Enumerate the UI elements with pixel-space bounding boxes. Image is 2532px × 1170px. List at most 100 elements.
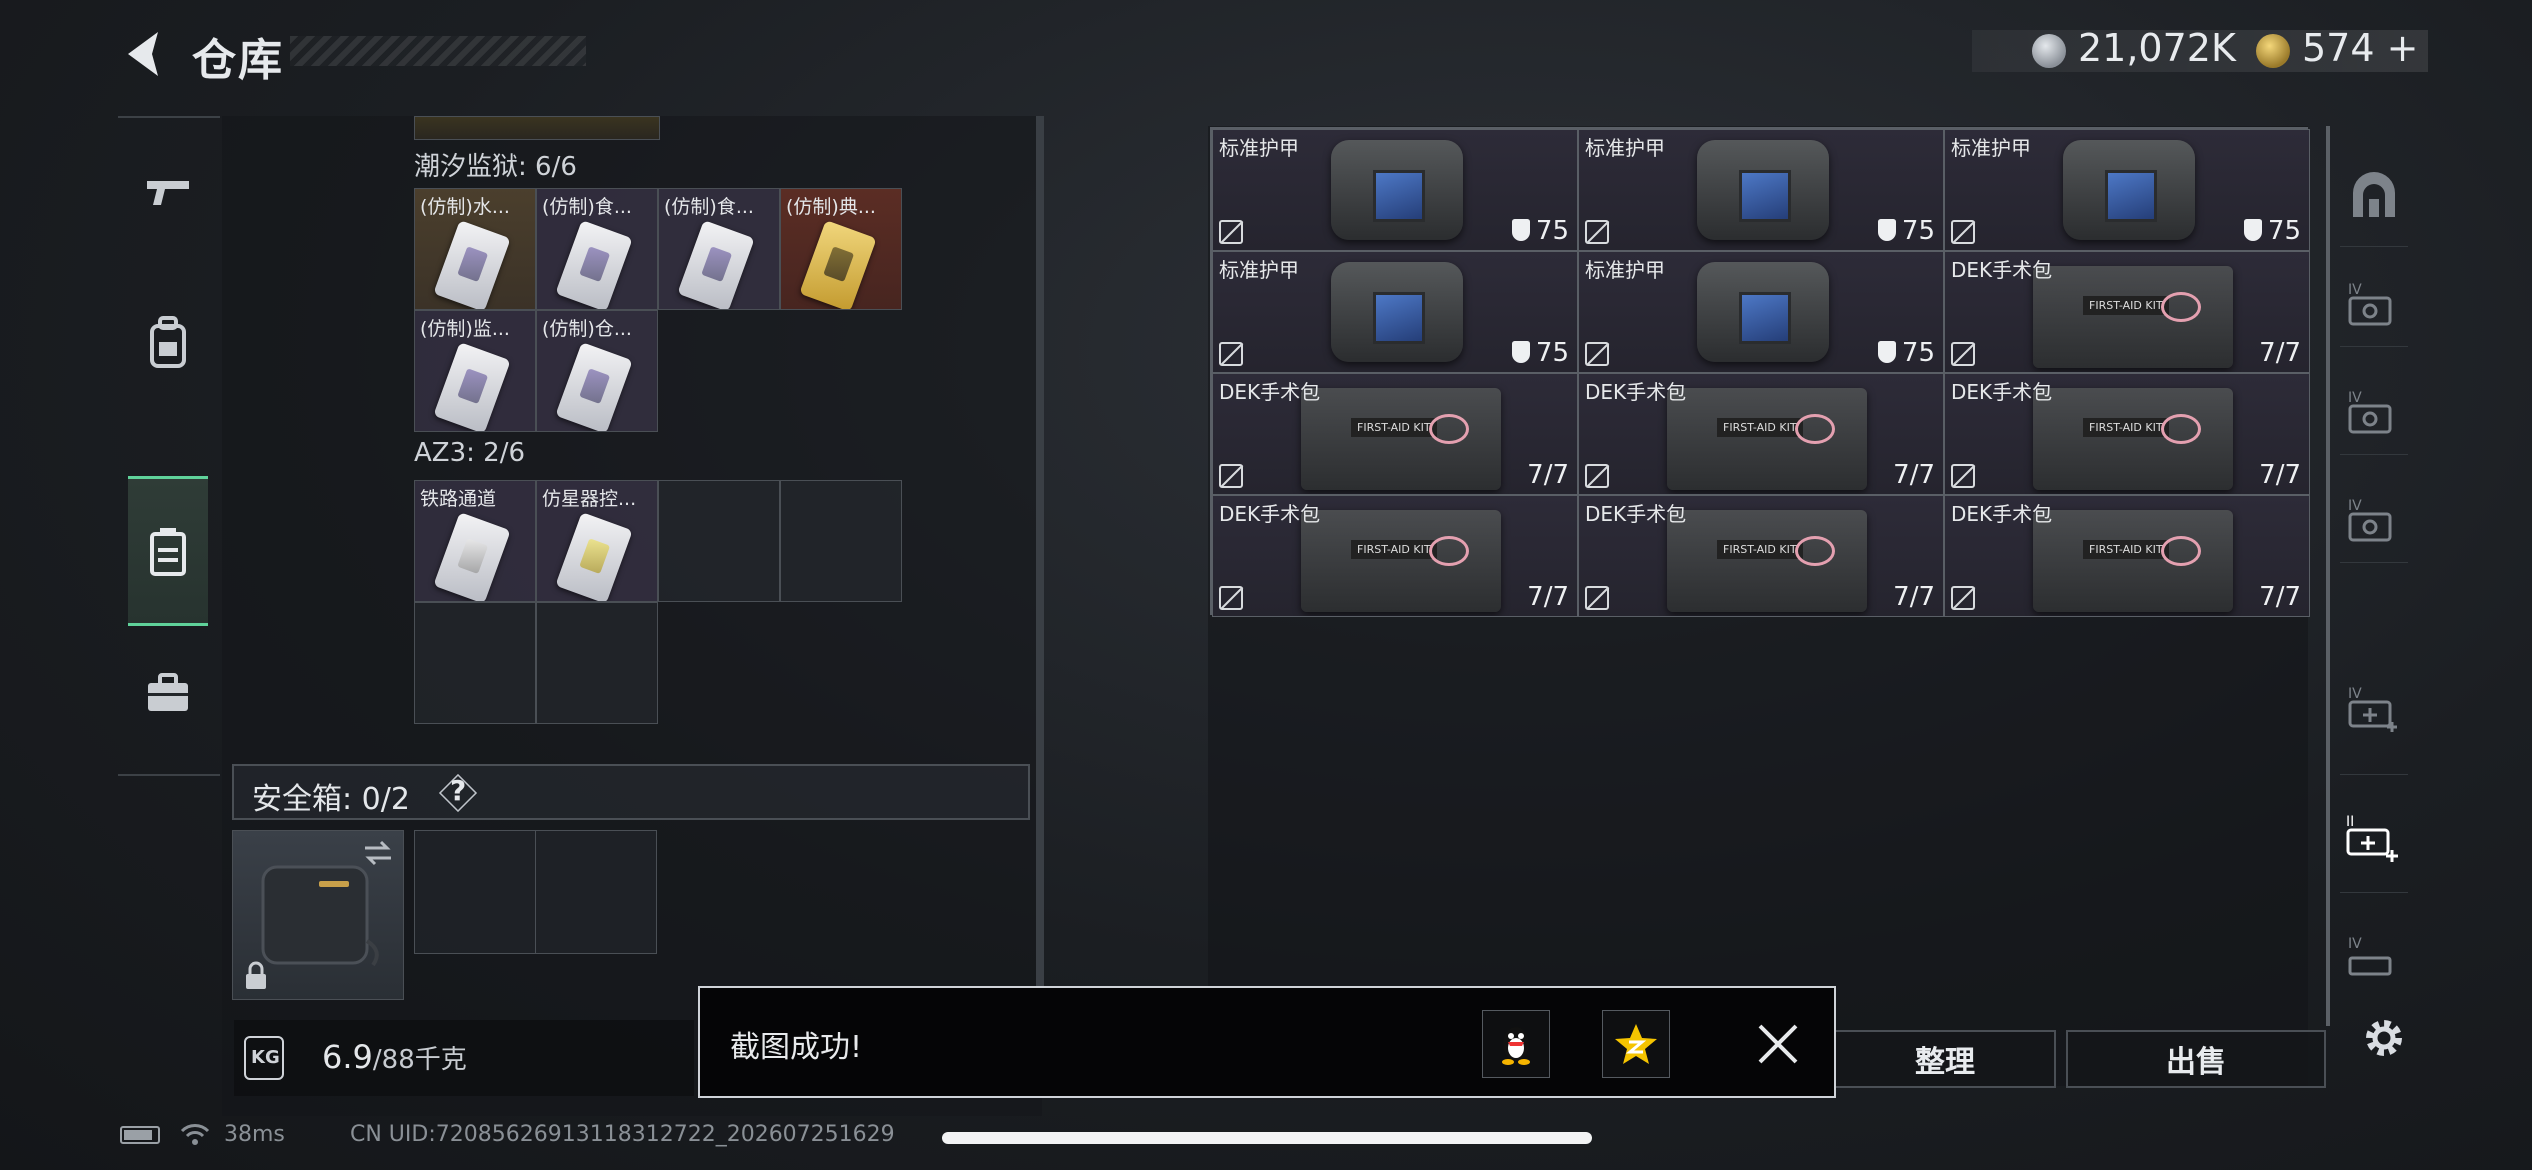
container-item[interactable]: (仿制)食... bbox=[658, 188, 780, 310]
stash-tab-3[interactable]: IV bbox=[2344, 490, 2404, 550]
stash-item-medkit[interactable]: DEK手术包 7/7 bbox=[1212, 373, 1578, 495]
shield-icon bbox=[1877, 341, 1896, 363]
stat-value: 7/7 bbox=[1893, 460, 1935, 490]
share-qq-button[interactable] bbox=[1482, 1010, 1550, 1078]
stash-item-medkit[interactable]: DEK手术包 7/7 bbox=[1578, 495, 1944, 617]
tier-text: IV bbox=[2348, 686, 2362, 702]
toolbox-icon bbox=[148, 673, 188, 711]
bond-currency-icon bbox=[2256, 34, 2290, 68]
safe-box-slot[interactable] bbox=[232, 830, 404, 1000]
back-button[interactable] bbox=[118, 26, 166, 82]
wifi-icon bbox=[180, 1124, 210, 1145]
uses-remaining: 7/7 bbox=[1527, 582, 1569, 612]
shield-icon bbox=[1511, 341, 1530, 363]
nav-item-backpack[interactable] bbox=[128, 268, 208, 418]
stash-item-armor[interactable]: 标准护甲 75 bbox=[1944, 129, 2310, 251]
item-name: DEK手术包 bbox=[1951, 380, 2053, 404]
stat-value: 75 bbox=[1901, 338, 1935, 368]
stash-tab-icon bbox=[2353, 172, 2395, 217]
bond-balance[interactable]: 574 + bbox=[2302, 26, 2418, 70]
qzone-star-icon bbox=[1615, 1024, 1657, 1064]
uses-remaining: 7/7 bbox=[1893, 460, 1935, 490]
nav-item-toolbox[interactable] bbox=[128, 618, 208, 768]
stash-tab-all[interactable] bbox=[2344, 166, 2404, 226]
swap-icon[interactable] bbox=[361, 839, 395, 867]
item-label: (仿制)食... bbox=[664, 196, 754, 218]
stash-item-armor[interactable]: 标准护甲 75 bbox=[1578, 129, 1944, 251]
item-name: DEK手术包 bbox=[1951, 258, 2053, 282]
shield-icon bbox=[1877, 219, 1896, 241]
armor-level: 75 bbox=[1877, 216, 1935, 246]
item-label: 仿星器控... bbox=[542, 488, 637, 510]
sort-button[interactable]: 整理 bbox=[1834, 1030, 2056, 1088]
stash-item-medkit[interactable]: DEK手术包 7/7 bbox=[1944, 495, 2310, 617]
container-item[interactable]: 铁路通道 bbox=[414, 480, 536, 602]
empty-slot[interactable] bbox=[414, 602, 536, 724]
empty-slot[interactable] bbox=[780, 480, 902, 602]
stash-item-armor[interactable]: 标准护甲 75 bbox=[1212, 129, 1578, 251]
stash-item-medkit[interactable]: DEK手术包 7/7 bbox=[1944, 251, 2310, 373]
uses-remaining: 7/7 bbox=[2259, 338, 2301, 368]
container-item[interactable]: (仿制)水... bbox=[414, 188, 536, 310]
stash-box-icon: IV bbox=[2348, 282, 2392, 326]
no-drop-icon bbox=[1585, 342, 1609, 366]
item-name: DEK手术包 bbox=[1219, 502, 1321, 526]
sell-button[interactable]: 出售 bbox=[2066, 1030, 2326, 1088]
empty-slot[interactable] bbox=[536, 602, 658, 724]
container-grid-az3: 铁路通道 仿星器控... bbox=[414, 480, 902, 724]
item-name: 标准护甲 bbox=[1219, 258, 1299, 282]
item-name: DEK手术包 bbox=[1585, 380, 1687, 404]
no-drop-icon bbox=[1585, 586, 1609, 610]
shield-icon bbox=[2243, 219, 2262, 241]
toast-close-button[interactable] bbox=[1752, 1018, 1804, 1070]
stash-tab-6[interactable]: IV bbox=[2344, 928, 2404, 988]
network-ping: 38ms bbox=[224, 1122, 285, 1147]
stash-tab-2[interactable]: IV bbox=[2344, 382, 2404, 442]
stash-item-medkit[interactable]: DEK手术包 7/7 bbox=[1212, 495, 1578, 617]
armor-level: 75 bbox=[2243, 216, 2301, 246]
add-currency-button[interactable]: + bbox=[2387, 26, 2419, 70]
settings-button[interactable] bbox=[2356, 1010, 2412, 1066]
no-drop-icon bbox=[1219, 220, 1243, 244]
stash-tab-4[interactable]: IV bbox=[2344, 678, 2404, 738]
empty-slot[interactable] bbox=[658, 480, 780, 602]
container-item[interactable]: (仿制)典... bbox=[780, 188, 902, 310]
weight-icon-label: KG bbox=[251, 1047, 280, 1068]
stash-tab-5-active[interactable]: II bbox=[2344, 808, 2404, 868]
keycard-icon bbox=[433, 512, 511, 601]
safe-box-help-button[interactable]: ? bbox=[450, 774, 466, 807]
chest-rig-icon bbox=[150, 528, 186, 576]
home-indicator[interactable] bbox=[942, 1132, 1592, 1144]
tier-text: IV bbox=[2348, 282, 2362, 298]
item-label: (仿制)仓... bbox=[542, 318, 632, 340]
container-item[interactable]: 仿星器控... bbox=[536, 480, 658, 602]
container-item[interactable]: (仿制)食... bbox=[536, 188, 658, 310]
nav-item-weapons[interactable] bbox=[128, 118, 208, 268]
stat-value: 7/7 bbox=[2259, 338, 2301, 368]
container-item[interactable]: (仿制)仓... bbox=[536, 310, 658, 432]
safe-box-empty-slot[interactable] bbox=[414, 830, 536, 954]
stash-tab-1[interactable]: IV bbox=[2344, 274, 2404, 334]
container-scrollbar[interactable] bbox=[1036, 116, 1044, 996]
keycard-icon bbox=[555, 220, 633, 309]
stash-item-medkit[interactable]: DEK手术包 7/7 bbox=[1944, 373, 2310, 495]
stash-item-medkit[interactable]: DEK手术包 7/7 bbox=[1578, 373, 1944, 495]
armor-vest-icon bbox=[1331, 262, 1463, 362]
stash-item-armor[interactable]: 标准护甲 75 bbox=[1578, 251, 1944, 373]
stash-box-add-icon: IV bbox=[2348, 686, 2397, 732]
stat-value: 75 bbox=[1535, 216, 1569, 246]
container-item[interactable]: (仿制)监... bbox=[414, 310, 536, 432]
no-drop-icon bbox=[1585, 220, 1609, 244]
item-name: DEK手术包 bbox=[1951, 502, 2053, 526]
stash-item-armor[interactable]: 标准护甲 75 bbox=[1212, 251, 1578, 373]
item-name: 标准护甲 bbox=[1951, 136, 2031, 160]
item-name: 标准护甲 bbox=[1219, 136, 1299, 160]
nav-item-chest-rig[interactable] bbox=[128, 476, 208, 626]
stash-box-icon: IV bbox=[2348, 936, 2392, 976]
safe-box-empty-slot[interactable] bbox=[535, 830, 657, 954]
tier-text: IV bbox=[2348, 390, 2362, 406]
keycard-icon bbox=[799, 220, 877, 309]
share-qzone-button[interactable] bbox=[1602, 1010, 1670, 1078]
keycard-icon bbox=[677, 220, 755, 309]
weight-value: 6.9/88千克 bbox=[322, 1038, 467, 1076]
